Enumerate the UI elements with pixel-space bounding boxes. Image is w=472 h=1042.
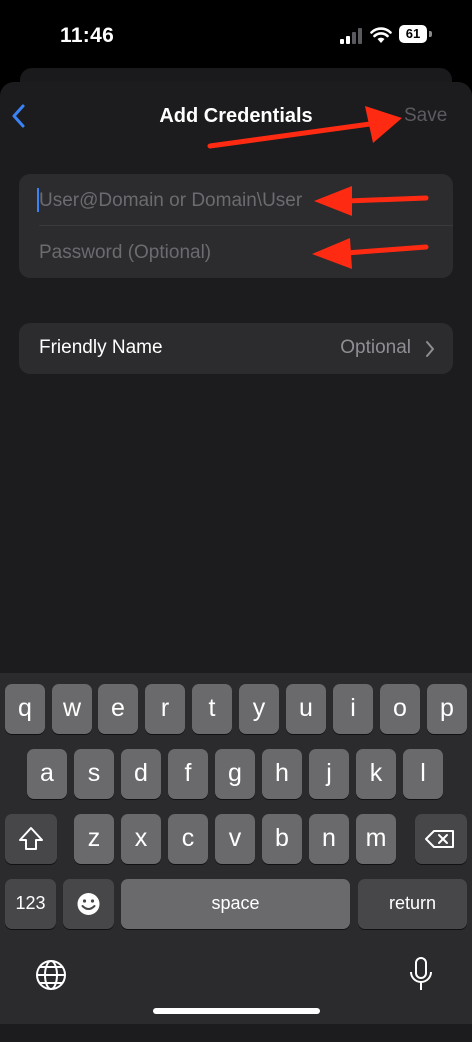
key-d[interactable]: d [121,749,161,799]
key-v[interactable]: v [215,814,255,864]
key-f[interactable]: f [168,749,208,799]
globe-icon[interactable] [34,958,68,992]
key-b[interactable]: b [262,814,302,864]
key-z[interactable]: z [74,814,114,864]
key-t[interactable]: t [192,684,232,734]
key-p[interactable]: p [427,684,467,734]
credentials-group: User@Domain or Domain\User Password (Opt… [19,174,453,278]
battery-icon: 61 [399,25,433,43]
key-l[interactable]: l [403,749,443,799]
key-o[interactable]: o [380,684,420,734]
key-h[interactable]: h [262,749,302,799]
key-m[interactable]: m [356,814,396,864]
key-r[interactable]: r [145,684,185,734]
microphone-icon[interactable] [408,956,434,994]
key-g[interactable]: g [215,749,255,799]
key-k[interactable]: k [356,749,396,799]
password-field[interactable]: Password (Optional) [39,242,443,264]
key-u[interactable]: u [286,684,326,734]
chevron-right-icon [426,341,434,357]
divider [39,225,453,226]
wifi-icon [370,27,392,43]
home-indicator[interactable] [153,1008,320,1014]
cellular-signal-icon [340,28,362,44]
shift-key[interactable] [5,814,57,864]
page-title: Add Credentials [159,105,313,127]
shift-icon [19,827,43,850]
emoji-key[interactable] [63,879,114,929]
friendly-name-label: Friendly Name [39,337,163,358]
key-i[interactable]: i [333,684,373,734]
key-x[interactable]: x [121,814,161,864]
space-key[interactable]: space [121,879,350,929]
friendly-name-row[interactable]: Friendly Name Optional [19,323,453,374]
friendly-name-value: Optional [340,337,411,358]
status-bar: 11:46 61 [0,0,472,70]
key-j[interactable]: j [309,749,349,799]
battery-level: 61 [399,25,427,43]
save-button[interactable]: Save [404,105,447,127]
key-e[interactable]: e [98,684,138,734]
key-y[interactable]: y [239,684,279,734]
delete-key[interactable] [415,814,467,864]
key-s[interactable]: s [74,749,114,799]
key-w[interactable]: w [52,684,92,734]
key-c[interactable]: c [168,814,208,864]
key-n[interactable]: n [309,814,349,864]
numbers-key[interactable]: 123 [5,879,56,929]
key-a[interactable]: a [27,749,67,799]
delete-icon [425,830,454,848]
emoji-icon [77,893,100,915]
status-time: 11:46 [60,24,115,47]
username-field[interactable]: User@Domain or Domain\User [39,190,443,212]
key-q[interactable]: q [5,684,45,734]
return-key[interactable]: return [358,879,467,929]
